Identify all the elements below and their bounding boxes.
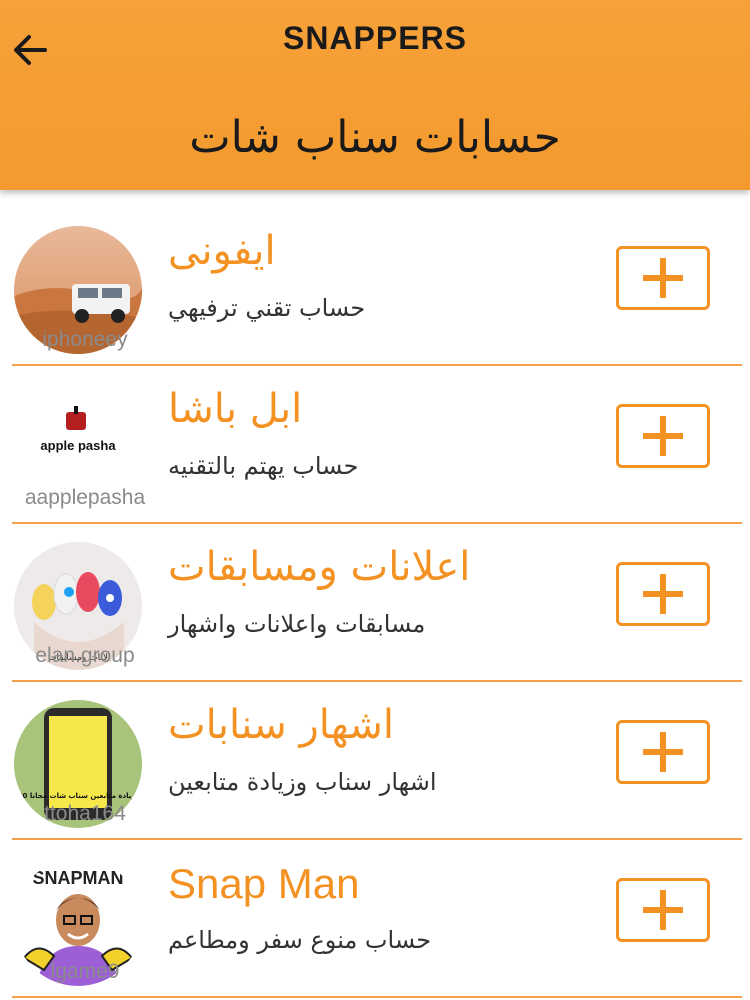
logo-text: apple pasha xyxy=(40,438,116,453)
avatar-group: زيادة متابعين سناب شات مجانا 250 K ttoha… xyxy=(12,698,162,838)
account-name: ابل باشا xyxy=(168,386,303,432)
avatar-group: iphoneey xyxy=(12,224,162,364)
add-button[interactable] xyxy=(616,562,710,626)
account-name: ايفونى xyxy=(168,228,276,274)
logo-text: زيادة متابعين سناب شات مجانا 250 K xyxy=(14,792,142,800)
list-item: لانات ومسابقات elan.group اعلانات ومسابق… xyxy=(12,524,742,682)
account-description: حساب تقني ترفيهي xyxy=(168,294,366,322)
account-handle: aapplepasha xyxy=(24,486,146,509)
account-name: Snap Man xyxy=(168,860,360,907)
add-button[interactable] xyxy=(616,878,710,942)
app-header: SNAPPERS حسابات سناب شات xyxy=(0,0,750,190)
plus-icon xyxy=(643,732,683,772)
app-title: SNAPPERS xyxy=(282,20,468,56)
account-name: اعلانات ومسابقات xyxy=(168,544,471,590)
account-handle: elan.group xyxy=(35,644,135,667)
account-description: اشهار سناب وزيادة متابعين xyxy=(168,768,437,796)
avatar-group: SNAPMAN lgame9 xyxy=(12,856,162,996)
avatar-group: لانات ومسابقات elan.group xyxy=(12,540,162,680)
list-item: زيادة متابعين سناب شات مجانا 250 K ttoha… xyxy=(12,682,742,840)
list-item: SNAPMAN lgame9 Snap Man حساب منوع سفر وم… xyxy=(12,840,742,998)
plus-icon xyxy=(643,416,683,456)
accounts-list: iphoneey ايفونى حساب تقني ترفيهي apple p… xyxy=(0,208,750,998)
add-button[interactable] xyxy=(616,720,710,784)
account-description: حساب منوع سفر ومطاعم xyxy=(168,926,432,954)
account-description: حساب يهتم بالتقنيه xyxy=(168,452,359,480)
account-handle: lgame9 xyxy=(50,960,120,983)
add-button[interactable] xyxy=(616,246,710,310)
account-handle: ttoha164 xyxy=(44,802,126,825)
account-name: اشهار سنابات xyxy=(168,702,395,748)
plus-icon xyxy=(643,258,683,298)
account-description: مسابقات واعلانات واشهار xyxy=(168,610,426,638)
avatar-group: apple pasha aapplepasha xyxy=(12,382,162,522)
account-handle: iphoneey xyxy=(42,328,128,351)
plus-icon xyxy=(643,574,683,614)
list-item: apple pasha aapplepasha ابل باشا حساب يه… xyxy=(12,366,742,524)
logo-text: SNAPMAN xyxy=(32,868,123,888)
plus-icon xyxy=(643,890,683,930)
page-heading: حسابات سناب شات xyxy=(189,112,561,163)
add-button[interactable] xyxy=(616,404,710,468)
list-item: iphoneey ايفونى حساب تقني ترفيهي xyxy=(12,208,742,366)
